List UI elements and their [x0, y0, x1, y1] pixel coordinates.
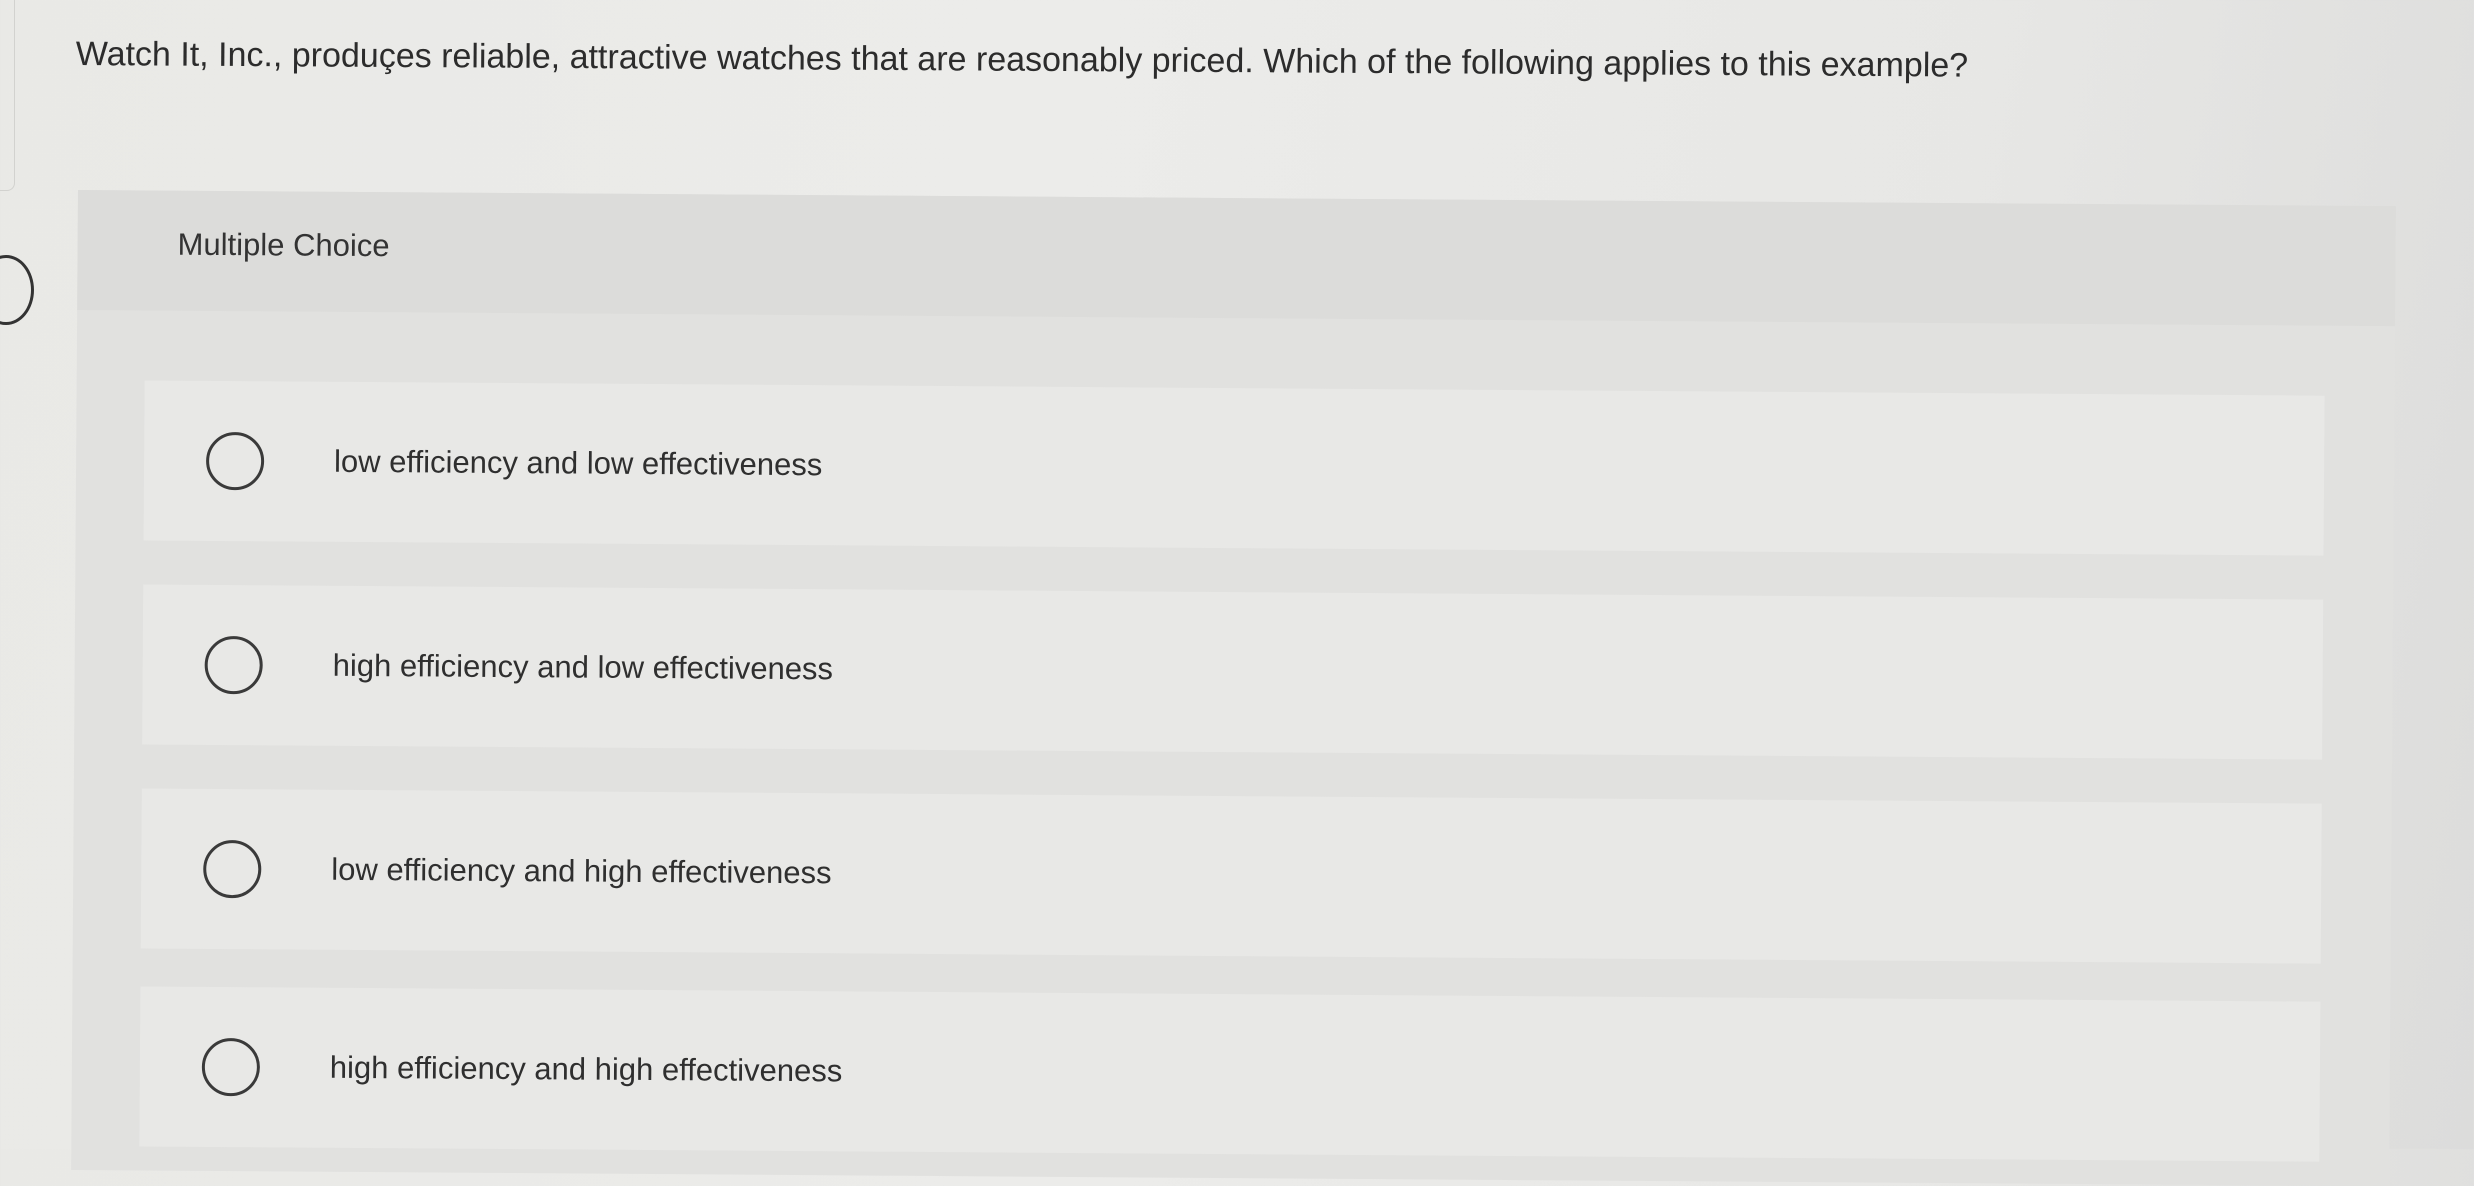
- radio-button-icon[interactable]: [203, 839, 262, 899]
- answer-option-1[interactable]: low efficiency and low effectiveness: [143, 380, 2325, 556]
- answer-option-label: high efficiency and high effectiveness: [329, 1049, 843, 1089]
- answer-option-label: high efficiency and low effectiveness: [332, 647, 834, 687]
- answer-option-4[interactable]: high efficiency and high effectiveness: [139, 986, 2321, 1162]
- answer-option-2[interactable]: high efficiency and low effectiveness: [142, 584, 2324, 760]
- panel-header: Multiple Choice: [77, 190, 2396, 327]
- side-panel-toggle-icon[interactable]: [0, 255, 34, 325]
- multiple-choice-label: Multiple Choice: [177, 226, 390, 264]
- left-page-edge: [0, 0, 15, 191]
- radio-button-icon[interactable]: [204, 635, 263, 695]
- radio-button-icon[interactable]: [205, 431, 265, 491]
- answer-option-3[interactable]: low efficiency and high effectiveness: [140, 788, 2322, 964]
- answer-option-label: low efficiency and high effectiveness: [331, 851, 832, 891]
- question-text: Watch It, Inc., produçes reliable, attra…: [75, 34, 1969, 85]
- answer-option-label: low efficiency and low effectiveness: [333, 443, 823, 483]
- multiple-choice-panel: Multiple Choice low efficiency and low e…: [71, 190, 2396, 1186]
- radio-button-icon[interactable]: [201, 1037, 261, 1097]
